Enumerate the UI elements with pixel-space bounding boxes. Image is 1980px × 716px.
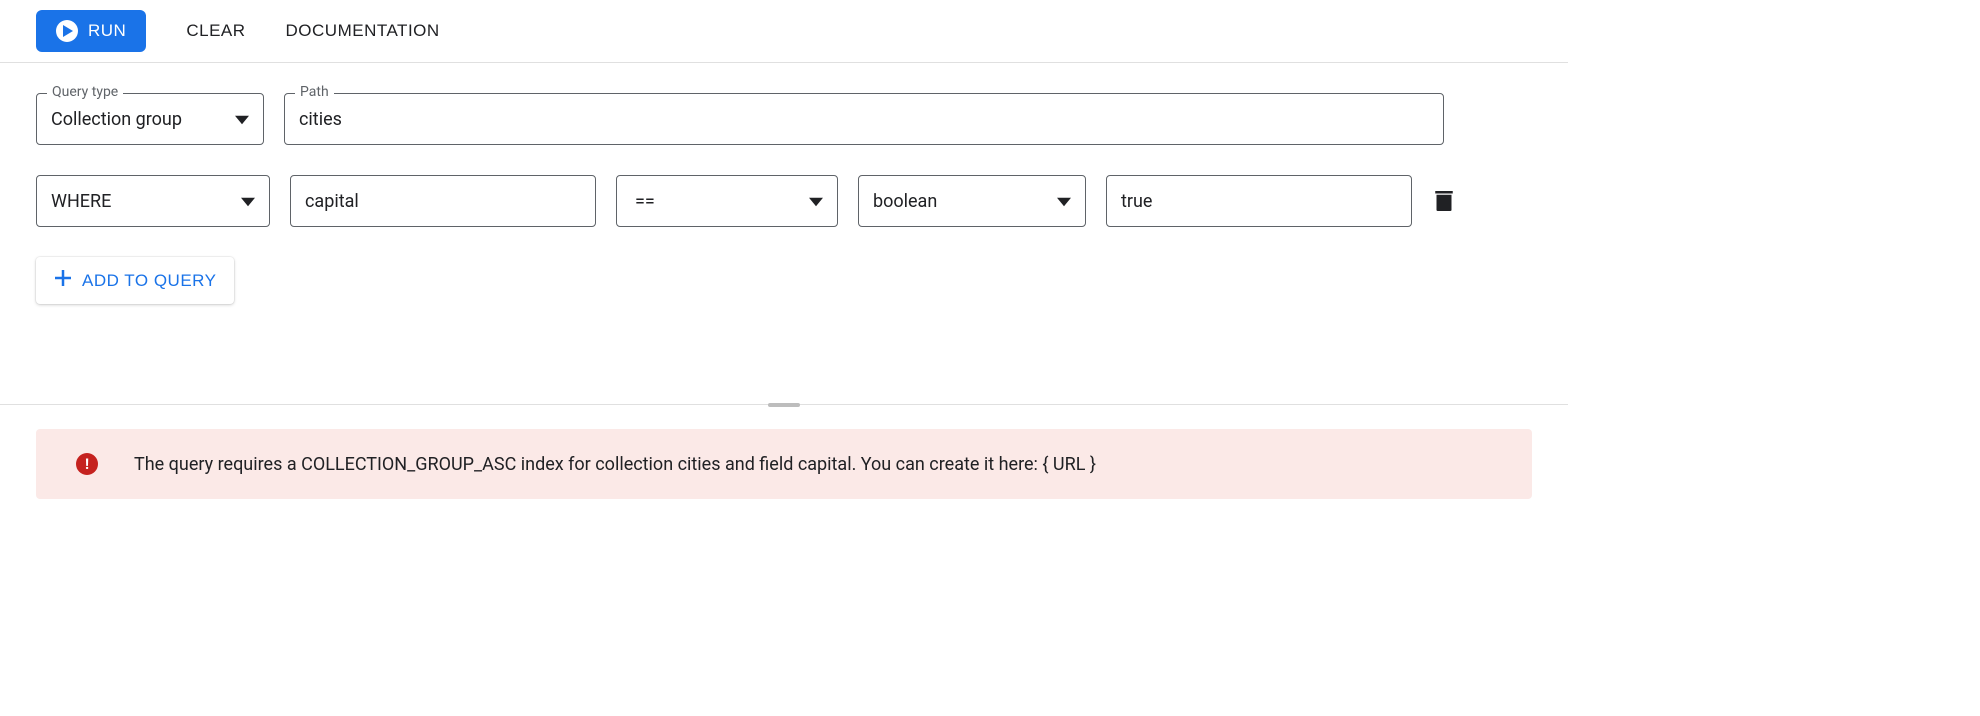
condition-row: WHERE capital == boolean true — [36, 175, 1532, 227]
chevron-down-icon — [809, 191, 823, 212]
clause-select[interactable]: WHERE — [36, 175, 270, 227]
play-icon — [56, 20, 78, 42]
documentation-button[interactable]: DOCUMENTATION — [286, 21, 440, 41]
operator-select[interactable]: == — [616, 175, 838, 227]
error-message: The query requires a COLLECTION_GROUP_AS… — [134, 454, 1096, 475]
run-button[interactable]: RUN — [36, 10, 146, 52]
plus-icon — [54, 269, 72, 292]
toolbar: RUN CLEAR DOCUMENTATION — [0, 0, 1568, 63]
delete-condition-button[interactable] — [1432, 189, 1456, 213]
query-type-select[interactable]: Query type Collection group — [36, 93, 264, 145]
trash-icon — [1435, 191, 1453, 211]
data-type-value: boolean — [873, 191, 1047, 212]
chevron-down-icon — [241, 191, 255, 212]
path-label: Path — [295, 84, 334, 100]
operator-value: == — [635, 191, 799, 212]
add-to-query-button[interactable]: ADD TO QUERY — [36, 257, 234, 304]
field-name-value: capital — [305, 191, 581, 212]
chevron-down-icon — [1057, 191, 1071, 212]
clear-button[interactable]: CLEAR — [186, 21, 245, 41]
clause-value: WHERE — [51, 191, 231, 212]
field-name-input[interactable]: capital — [290, 175, 596, 227]
value-value: true — [1121, 191, 1397, 212]
path-value: cities — [299, 109, 1429, 130]
drag-handle[interactable] — [768, 403, 800, 407]
results-panel: ! The query requires a COLLECTION_GROUP_… — [0, 405, 1568, 523]
run-label: RUN — [88, 21, 126, 41]
value-input[interactable]: true — [1106, 175, 1412, 227]
results-divider — [0, 404, 1568, 405]
query-type-value: Collection group — [51, 109, 225, 130]
query-builder: Query type Collection group Path cities … — [0, 63, 1568, 344]
data-type-select[interactable]: boolean — [858, 175, 1086, 227]
path-input[interactable]: Path cities — [284, 93, 1444, 145]
error-icon: ! — [76, 453, 98, 475]
error-banner: ! The query requires a COLLECTION_GROUP_… — [36, 429, 1532, 499]
query-type-label: Query type — [47, 84, 123, 100]
add-to-query-label: ADD TO QUERY — [82, 271, 216, 291]
chevron-down-icon — [235, 109, 249, 130]
